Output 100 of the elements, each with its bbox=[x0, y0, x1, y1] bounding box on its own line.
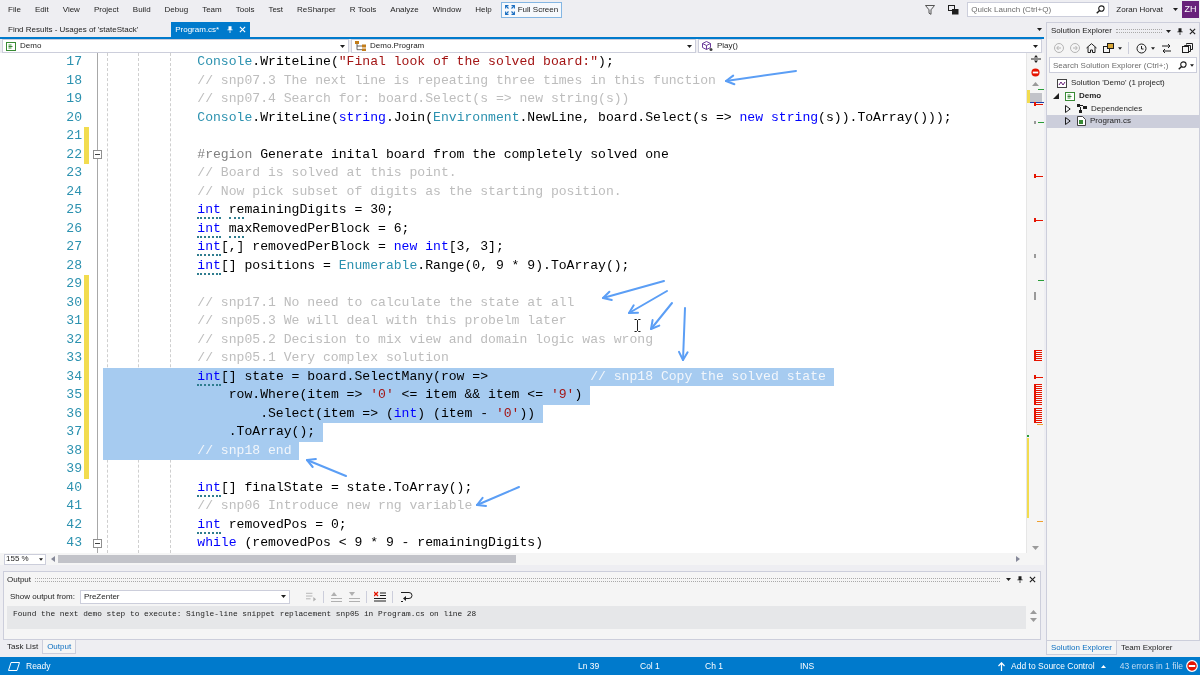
menu-item[interactable]: Debug bbox=[157, 1, 196, 18]
cursor-line: Ln 39 bbox=[578, 659, 601, 673]
tree-item[interactable]: Program.cs bbox=[1047, 115, 1199, 128]
code-line: // snp05.2 Decision to mix view and domain logic was wrong bbox=[197, 331, 654, 347]
line-number: 41 bbox=[65, 497, 82, 515]
menu-item[interactable]: View bbox=[55, 1, 87, 18]
annotation-arrow bbox=[678, 307, 689, 361]
code-line: int remainingDigits = 30; bbox=[197, 202, 394, 219]
expand-arrow-icon[interactable] bbox=[1065, 104, 1071, 113]
caret-icon[interactable] bbox=[39, 557, 43, 561]
clock-icon[interactable] bbox=[1136, 42, 1147, 54]
arrow-up-icon bbox=[998, 661, 1006, 671]
project-icon bbox=[1065, 91, 1075, 101]
close-icon[interactable] bbox=[1189, 27, 1196, 35]
caret-icon[interactable] bbox=[1166, 29, 1171, 33]
menu-item[interactable]: Analyze bbox=[383, 1, 426, 18]
project-dropdown[interactable]: Demo bbox=[2, 39, 349, 53]
pin-icon[interactable] bbox=[1177, 27, 1183, 35]
menu-item[interactable]: ReSharper bbox=[290, 1, 343, 18]
caret-icon[interactable] bbox=[1190, 63, 1194, 67]
caret-icon[interactable] bbox=[687, 44, 692, 48]
caret-icon[interactable] bbox=[1037, 28, 1042, 31]
collapse-arrow-icon[interactable] bbox=[1053, 93, 1059, 100]
code-line: // snp07.3 The next line is repeating three times in this function bbox=[197, 72, 716, 88]
type-dropdown[interactable]: Demo.Program bbox=[351, 39, 696, 53]
squares-icon[interactable] bbox=[948, 4, 960, 15]
menu-item[interactable]: Project bbox=[86, 1, 126, 18]
scrollbar-thumb[interactable] bbox=[58, 555, 516, 563]
scroll-down-icon[interactable] bbox=[1029, 618, 1037, 622]
menu-item[interactable]: R Tools bbox=[342, 1, 384, 18]
tree-item[interactable]: Demo bbox=[1047, 89, 1199, 103]
output-source-dropdown[interactable]: PreZenter bbox=[79, 589, 290, 604]
menu-item[interactable]: Test bbox=[261, 1, 291, 18]
code-line: // snp05.1 Very complex solution bbox=[197, 350, 449, 365]
scroll-up-icon[interactable] bbox=[1032, 82, 1039, 86]
scroll-up-icon[interactable] bbox=[1029, 610, 1037, 614]
annotation-arrow bbox=[306, 458, 347, 477]
caret-icon[interactable] bbox=[1118, 46, 1122, 50]
code-line: .Select(item => (int) (item - '0')) bbox=[260, 405, 536, 421]
home-icon[interactable] bbox=[1086, 43, 1097, 53]
clear-list-icon[interactable] bbox=[373, 591, 386, 602]
caret-icon[interactable] bbox=[1033, 44, 1038, 48]
quick-launch-field[interactable]: Quick Launch (Ctrl+Q) bbox=[967, 2, 1110, 17]
code-line: // Board is solved at this point. bbox=[197, 165, 457, 180]
tree-item[interactable]: Solution 'Demo' (1 project) bbox=[1047, 77, 1199, 90]
collapse-icon[interactable] bbox=[93, 538, 102, 548]
caret-icon[interactable] bbox=[340, 44, 345, 48]
caret-icon[interactable] bbox=[1151, 46, 1155, 50]
code-line: int[,] removedPerBlock = new int[3, 3]; bbox=[197, 239, 504, 256]
collapse-icon[interactable] bbox=[93, 150, 102, 160]
caret-icon[interactable] bbox=[1173, 8, 1178, 11]
caret-icon[interactable] bbox=[280, 595, 286, 598]
panel-tab[interactable]: Team Explorer bbox=[1116, 641, 1177, 655]
pin-icon[interactable] bbox=[1017, 576, 1023, 583]
panel-tab[interactable]: Solution Explorer bbox=[1046, 641, 1117, 655]
user-initials: ZH bbox=[1182, 1, 1199, 18]
line-number: 20 bbox=[65, 108, 82, 127]
user-name[interactable]: Zoran Horvat bbox=[1116, 3, 1163, 16]
menu-item[interactable]: File bbox=[1, 1, 28, 18]
search-icon[interactable] bbox=[1178, 60, 1187, 70]
menu-item[interactable]: Help bbox=[468, 1, 499, 18]
sync-icon[interactable] bbox=[1161, 42, 1172, 54]
zoom-dropdown[interactable]: 155 % bbox=[4, 553, 46, 565]
switch-views-icon[interactable] bbox=[1103, 43, 1114, 53]
member-dropdown[interactable]: Play() bbox=[698, 39, 1042, 53]
code-line: .ToArray(); bbox=[228, 424, 316, 439]
document-tab[interactable]: Find Results - Usages of 'stateStack' bbox=[2, 22, 145, 37]
error-icon[interactable] bbox=[1031, 68, 1040, 77]
error-icon[interactable] bbox=[1186, 660, 1198, 672]
scroll-right-icon[interactable] bbox=[1016, 556, 1020, 562]
search-field[interactable]: Search Solution Explorer (Ctrl+;) bbox=[1049, 57, 1197, 73]
menu-item[interactable]: Build bbox=[125, 1, 158, 18]
caret-icon[interactable] bbox=[1006, 578, 1011, 581]
close-icon[interactable] bbox=[1029, 576, 1036, 583]
tree-item[interactable]: Dependencies bbox=[1047, 102, 1199, 116]
menu-item[interactable]: Window bbox=[425, 1, 469, 18]
code-line: Console.WriteLine("Final look of the solved board:"); bbox=[197, 54, 614, 69]
filter-icon[interactable] bbox=[925, 4, 936, 15]
code-line: // snp18 end bbox=[197, 442, 292, 458]
menu-item[interactable]: Tools bbox=[228, 1, 262, 18]
title-grip bbox=[1115, 29, 1162, 33]
panel-tab[interactable]: Task List bbox=[3, 640, 43, 654]
line-number: 39 bbox=[65, 460, 82, 478]
line-number: 19 bbox=[65, 90, 82, 108]
stacked-squares-icon[interactable] bbox=[1182, 43, 1193, 53]
panel-tab[interactable]: Output bbox=[42, 640, 77, 654]
expand-arrow-icon[interactable] bbox=[1065, 117, 1071, 126]
scroll-left-icon[interactable] bbox=[51, 556, 55, 562]
word-wrap-icon[interactable] bbox=[400, 591, 413, 602]
line-number: 17 bbox=[65, 53, 82, 71]
source-control-button[interactable]: Add to Source Control bbox=[1011, 659, 1106, 673]
split-icon[interactable] bbox=[1030, 55, 1041, 63]
caret-up-icon[interactable] bbox=[1100, 664, 1106, 668]
scroll-down-icon[interactable] bbox=[1032, 546, 1039, 550]
menu-item[interactable]: Team bbox=[195, 1, 229, 18]
full-screen-button[interactable]: Full Screen bbox=[500, 1, 563, 18]
search-icon[interactable] bbox=[1096, 5, 1106, 14]
line-number: 29 bbox=[65, 275, 82, 293]
line-number: 25 bbox=[65, 201, 82, 219]
menu-item[interactable]: Edit bbox=[27, 1, 56, 18]
